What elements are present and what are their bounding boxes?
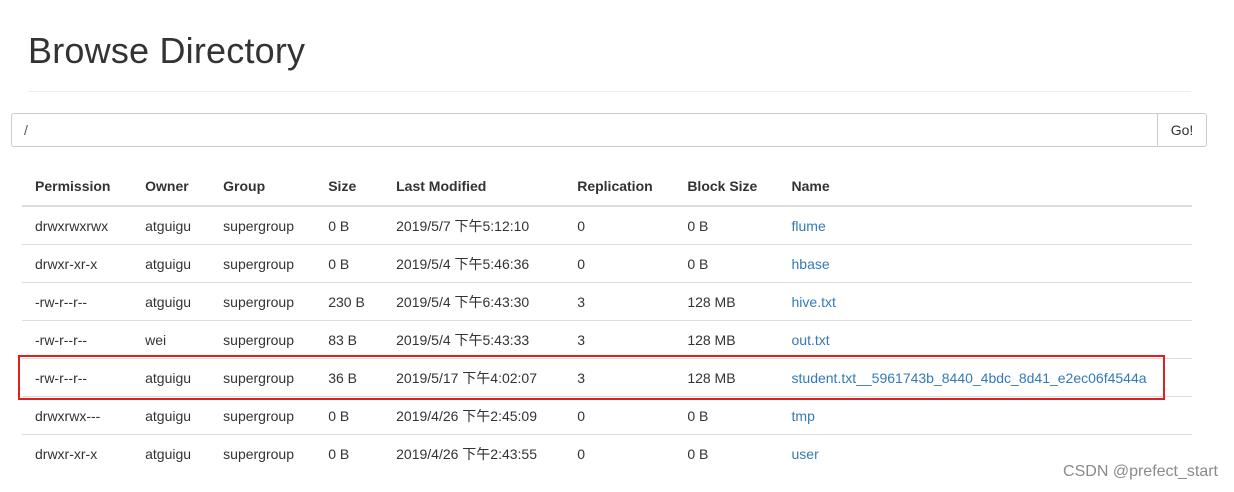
file-link[interactable]: student.txt__5961743b_8440_4bdc_8d41_e2e… (792, 370, 1147, 386)
cell-permission: drwxrwxrwx (22, 206, 133, 245)
cell-permission: -rw-r--r-- (22, 358, 133, 397)
cell-group: supergroup (210, 282, 316, 321)
cell-last-modified: 2019/5/17 下午4:02:07 (383, 358, 565, 397)
cell-name: out.txt (778, 320, 1192, 359)
cell-name: student.txt__5961743b_8440_4bdc_8d41_e2e… (778, 358, 1192, 397)
cell-last-modified: 2019/4/26 下午2:45:09 (383, 396, 565, 435)
cell-group: supergroup (210, 396, 316, 435)
cell-name: hive.txt (778, 282, 1192, 321)
cell-size: 230 B (315, 282, 384, 321)
go-button[interactable]: Go! (1157, 113, 1207, 147)
cell-block-size: 0 B (674, 244, 779, 283)
table-row: drwxrwxrwx atguigu supergroup 0 B 2019/5… (22, 206, 1192, 245)
table-header-row: Permission Owner Group Size Last Modifie… (22, 167, 1192, 207)
file-link[interactable]: hbase (792, 256, 830, 272)
cell-owner: atguigu (132, 358, 211, 397)
cell-permission: -rw-r--r-- (22, 282, 133, 321)
table-row: -rw-r--r-- wei supergroup 83 B 2019/5/4 … (22, 320, 1192, 359)
table-row-highlighted: -rw-r--r-- atguigu supergroup 36 B 2019/… (22, 358, 1192, 397)
cell-block-size: 0 B (674, 396, 779, 435)
cell-group: supergroup (223, 445, 294, 462)
cell-block-size: 128 MB (674, 320, 779, 359)
cell-group: supergroup (210, 358, 316, 397)
col-header-replication[interactable]: Replication (564, 167, 675, 207)
directory-table: Permission Owner Group Size Last Modifie… (22, 167, 1192, 472)
path-input[interactable] (11, 113, 1157, 147)
cell-size: 83 B (315, 320, 384, 359)
col-header-last-modified[interactable]: Last Modified (383, 167, 565, 207)
cell-replication: 0 (564, 244, 675, 283)
cell-block-size: 128 MB (674, 282, 779, 321)
cell-replication: 3 (564, 320, 675, 359)
cell-permission: drwxr-xr-x (22, 244, 133, 283)
cell-replication: 0 (564, 396, 675, 435)
cell-replication: 0 (564, 206, 675, 245)
cell-block-size: 0 B (674, 206, 779, 245)
col-header-name[interactable]: Name (778, 167, 1192, 207)
col-header-block-size[interactable]: Block Size (674, 167, 779, 207)
cell-owner: wei (132, 320, 211, 359)
page-title: Browse Directory (28, 30, 306, 71)
cell-owner: atguigu (132, 244, 211, 283)
cell-block-size: 0 B (687, 445, 709, 462)
cell-group: supergroup (210, 244, 316, 283)
cell-name: flume (778, 206, 1192, 245)
cell-replication: 3 (564, 282, 675, 321)
cell-last-modified: 2019/5/4 下午5:46:36 (383, 244, 565, 283)
cell-replication: 0 (577, 445, 586, 462)
table-row: drwxrwx--- atguigu supergroup 0 B 2019/4… (22, 396, 1192, 435)
cell-size: 0 B (315, 396, 384, 435)
col-header-group[interactable]: Group (210, 167, 316, 207)
cell-last-modified: 2019/5/7 下午5:12:10 (383, 206, 565, 245)
cell-last-modified: 2019/5/4 下午5:43:33 (383, 320, 565, 359)
cell-group: supergroup (210, 320, 316, 359)
file-link[interactable]: flume (792, 218, 826, 234)
table-row: drwxr-xr-x atguigu supergroup 0 B 2019/4… (22, 435, 1192, 473)
cell-permission: -rw-r--r-- (22, 320, 133, 359)
table-row: drwxr-xr-x atguigu supergroup 0 B 2019/5… (22, 244, 1192, 283)
cell-permission: drwxr-xr-x (35, 445, 98, 462)
cell-permission: drwxrwx--- (22, 396, 133, 435)
cell-last-modified: 2019/5/4 下午6:43:30 (383, 282, 565, 321)
cell-owner: atguigu (145, 445, 192, 462)
col-header-size[interactable]: Size (315, 167, 384, 207)
cell-size: 0 B (328, 445, 350, 462)
cell-size: 36 B (315, 358, 384, 397)
cell-owner: atguigu (132, 396, 211, 435)
cell-replication: 3 (564, 358, 675, 397)
path-bar: Go! (11, 113, 1207, 147)
cell-group: supergroup (210, 206, 316, 245)
cell-name: hbase (778, 244, 1192, 283)
table-row: -rw-r--r-- atguigu supergroup 230 B 2019… (22, 282, 1192, 321)
col-header-permission[interactable]: Permission (22, 167, 133, 207)
title-divider (28, 91, 1191, 92)
cell-name: tmp (778, 396, 1192, 435)
file-link[interactable]: tmp (792, 408, 815, 424)
watermark: CSDN @prefect_start (1063, 463, 1218, 480)
file-link[interactable]: user (792, 446, 819, 462)
cell-block-size: 128 MB (674, 358, 779, 397)
col-header-owner[interactable]: Owner (132, 167, 211, 207)
cell-size: 0 B (315, 206, 384, 245)
cell-last-modified: 2019/4/26 下午2:43:55 (396, 445, 538, 462)
cell-owner: atguigu (132, 282, 211, 321)
cell-size: 0 B (315, 244, 384, 283)
file-link[interactable]: hive.txt (792, 294, 836, 310)
cell-owner: atguigu (132, 206, 211, 245)
file-link[interactable]: out.txt (792, 332, 830, 348)
